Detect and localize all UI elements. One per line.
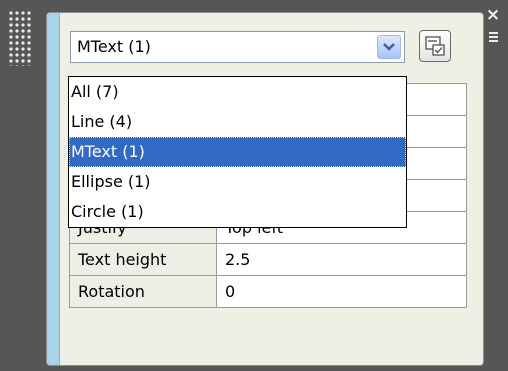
drag-grip-handle[interactable] [8,10,32,66]
option-circle[interactable]: Circle (1) [69,197,406,227]
property-value[interactable]: 2.5 [216,243,467,276]
property-row[interactable]: Text height 2.5 [69,243,467,276]
close-icon[interactable]: × [485,6,501,24]
quick-select-icon[interactable] [419,30,451,62]
option-ellipse[interactable]: Ellipse (1) [69,167,406,197]
option-line[interactable]: Line (4) [69,107,406,137]
option-mtext[interactable]: MText (1) [69,137,406,167]
property-name: Rotation [69,275,217,308]
property-row[interactable]: Rotation 0 [69,275,467,308]
quick-properties-window: × MText (1) JustifyTop left Text [0,0,508,371]
option-all[interactable]: All (7) [69,77,406,107]
object-type-value: MText (1) [77,37,151,56]
palette-side-strip [47,13,60,365]
property-name: Text height [69,243,217,276]
palette-menu-icon[interactable] [487,30,501,48]
property-value[interactable]: 0 [216,275,467,308]
chevron-down-icon[interactable] [377,35,401,59]
object-type-options-list: All (7) Line (4) MText (1) Ellipse (1) C… [68,76,407,228]
object-type-dropdown[interactable]: MText (1) [70,31,405,63]
